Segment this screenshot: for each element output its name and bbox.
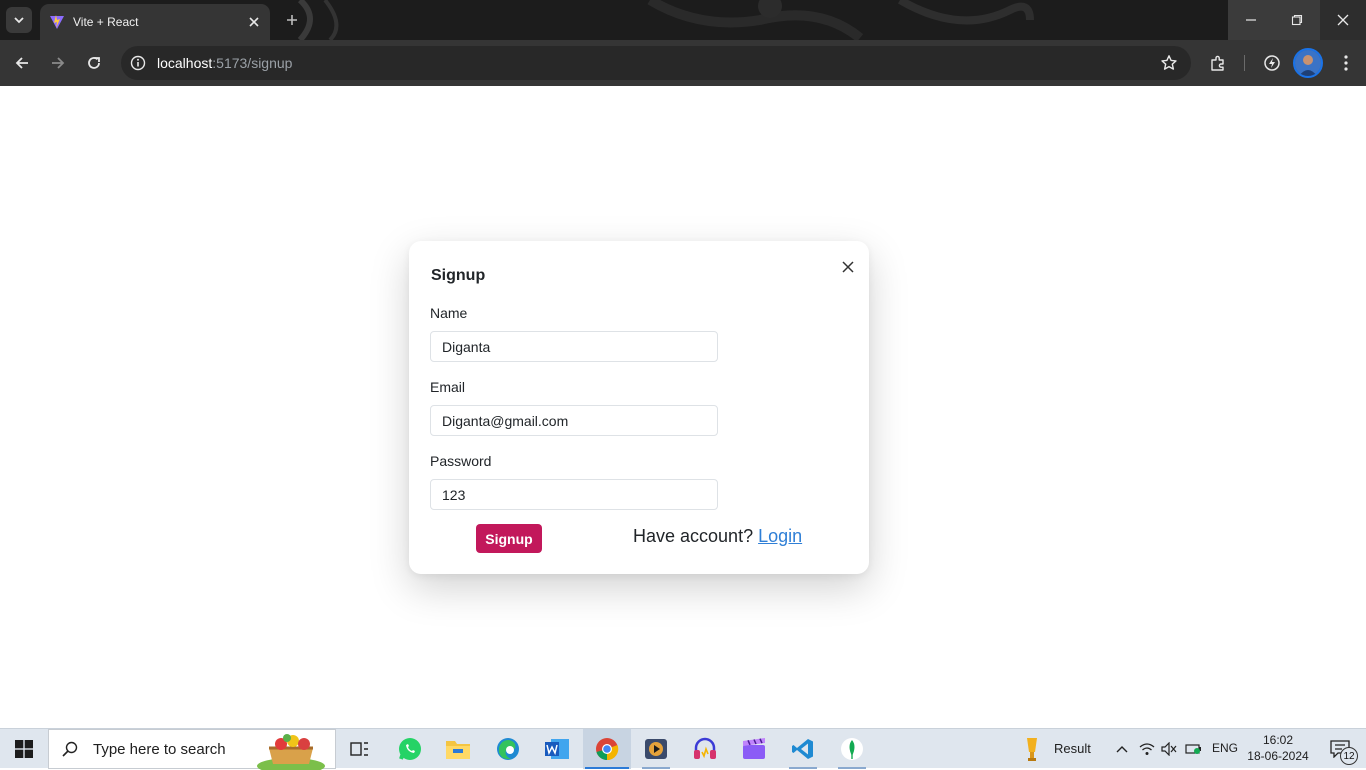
fruit-basket-illustration [257,734,325,770]
show-hidden-icons-button[interactable] [1110,729,1134,769]
chrome-icon [596,738,619,761]
modal-title: Signup [431,267,486,284]
modal-close-button[interactable] [837,256,859,278]
page-content: Signup Name Email Password Signup Have a… [0,86,1366,728]
notification-count-badge: 12 [1340,747,1358,765]
have-account-text: Have account? [633,526,754,546]
browser-tab[interactable]: Vite + React [40,4,270,40]
name-field[interactable] [430,331,718,362]
reload-icon [88,57,100,69]
network-button[interactable] [1136,729,1158,769]
browser-toolbar: localhost:5173/signup [0,40,1366,86]
password-field[interactable] [430,479,718,510]
taskbar-clock[interactable]: 16:02 18-06-2024 [1244,732,1312,764]
login-link[interactable]: Login [758,526,802,546]
mongodb-leaf-icon [841,738,863,760]
wifi-icon [1139,743,1155,755]
close-icon [1337,14,1349,26]
whatsapp-icon [399,738,421,760]
browser-titlebar: Vite + React [0,0,1366,40]
taskbar-edge[interactable] [484,729,532,769]
address-bar[interactable]: localhost:5173/signup [121,46,1191,80]
battery-charging-icon [1185,744,1201,754]
chevron-down-icon [14,17,24,24]
edge-icon [497,738,519,760]
email-label: Email [430,379,466,395]
search-placeholder: Type here to search [93,740,226,758]
vscode-icon [792,739,813,759]
reload-button[interactable] [80,49,108,77]
search-icon [62,741,78,757]
url-text[interactable]: localhost:5173/signup [157,55,292,71]
taskbar-audio-app[interactable] [681,729,729,769]
url-host: localhost [157,55,213,71]
taskbar-chrome[interactable] [583,729,631,769]
arrow-left-icon [15,57,28,69]
have-account-prompt: Have account? Login [633,526,802,547]
site-info-icon[interactable] [121,46,155,80]
close-window-button[interactable] [1320,0,1366,40]
clock-date: 18-06-2024 [1247,749,1309,763]
taskbar-search[interactable]: Type here to search [48,729,336,770]
close-icon [842,261,854,273]
tab-search-button[interactable] [6,7,32,33]
name-label: Name [430,305,468,321]
signup-modal: Signup Name Email Password Signup Have a… [409,241,869,574]
taskbar-file-explorer[interactable] [434,729,482,769]
folder-icon [446,741,470,759]
taskbar-vscode[interactable] [779,729,827,769]
taskbar-mongodb[interactable] [828,729,876,769]
profile-avatar[interactable] [1293,48,1323,78]
taskbar-word[interactable] [533,729,581,769]
password-label: Password [430,453,492,469]
restore-button[interactable] [1274,0,1320,40]
weather-label[interactable]: Result [1054,741,1091,756]
minimize-icon [1246,19,1256,21]
windows-taskbar: Type here to search Result ENG 16:02 18-… [0,728,1366,770]
clock-time: 16:02 [1262,733,1294,747]
performance-icon[interactable] [1259,50,1285,76]
restore-icon [1291,14,1303,26]
notification-center-button[interactable]: 12 [1318,729,1362,769]
vite-icon [50,15,64,29]
task-view-button[interactable] [336,729,384,769]
browser-menu-icon[interactable] [1333,50,1359,76]
volume-button[interactable] [1158,729,1180,769]
language-indicator[interactable]: ENG [1212,741,1238,755]
weather-widget[interactable] [1010,729,1054,769]
user-avatar-icon [1295,50,1321,76]
trophy-icon [1027,738,1037,761]
forward-button[interactable] [44,49,72,77]
start-button[interactable] [0,729,48,769]
back-button[interactable] [8,49,36,77]
tab-title: Vite + React [73,15,139,29]
clapperboard-icon [743,738,765,759]
new-tab-button[interactable] [280,8,304,32]
chevron-up-icon [1116,746,1128,753]
headphones-icon [694,737,716,759]
windows-logo-icon [15,740,33,758]
arrow-right-icon [52,57,65,69]
taskbar-media-player[interactable] [632,729,680,769]
bookmark-star-icon[interactable] [1159,53,1179,73]
plus-icon [287,15,297,25]
toolbar-divider [1244,55,1245,71]
taskbar-video-editor[interactable] [730,729,778,769]
task-view-icon [350,742,368,756]
word-icon [545,739,569,759]
taskbar-whatsapp[interactable] [386,729,434,769]
url-path: :5173/signup [212,55,293,71]
minimize-button[interactable] [1228,0,1274,40]
signup-button[interactable]: Signup [476,524,542,553]
tab-close-icon[interactable] [244,12,264,32]
battery-button[interactable] [1182,729,1206,769]
email-field[interactable] [430,405,718,436]
extensions-icon[interactable] [1205,50,1231,76]
media-player-icon [645,739,667,759]
volume-muted-icon [1161,742,1177,756]
